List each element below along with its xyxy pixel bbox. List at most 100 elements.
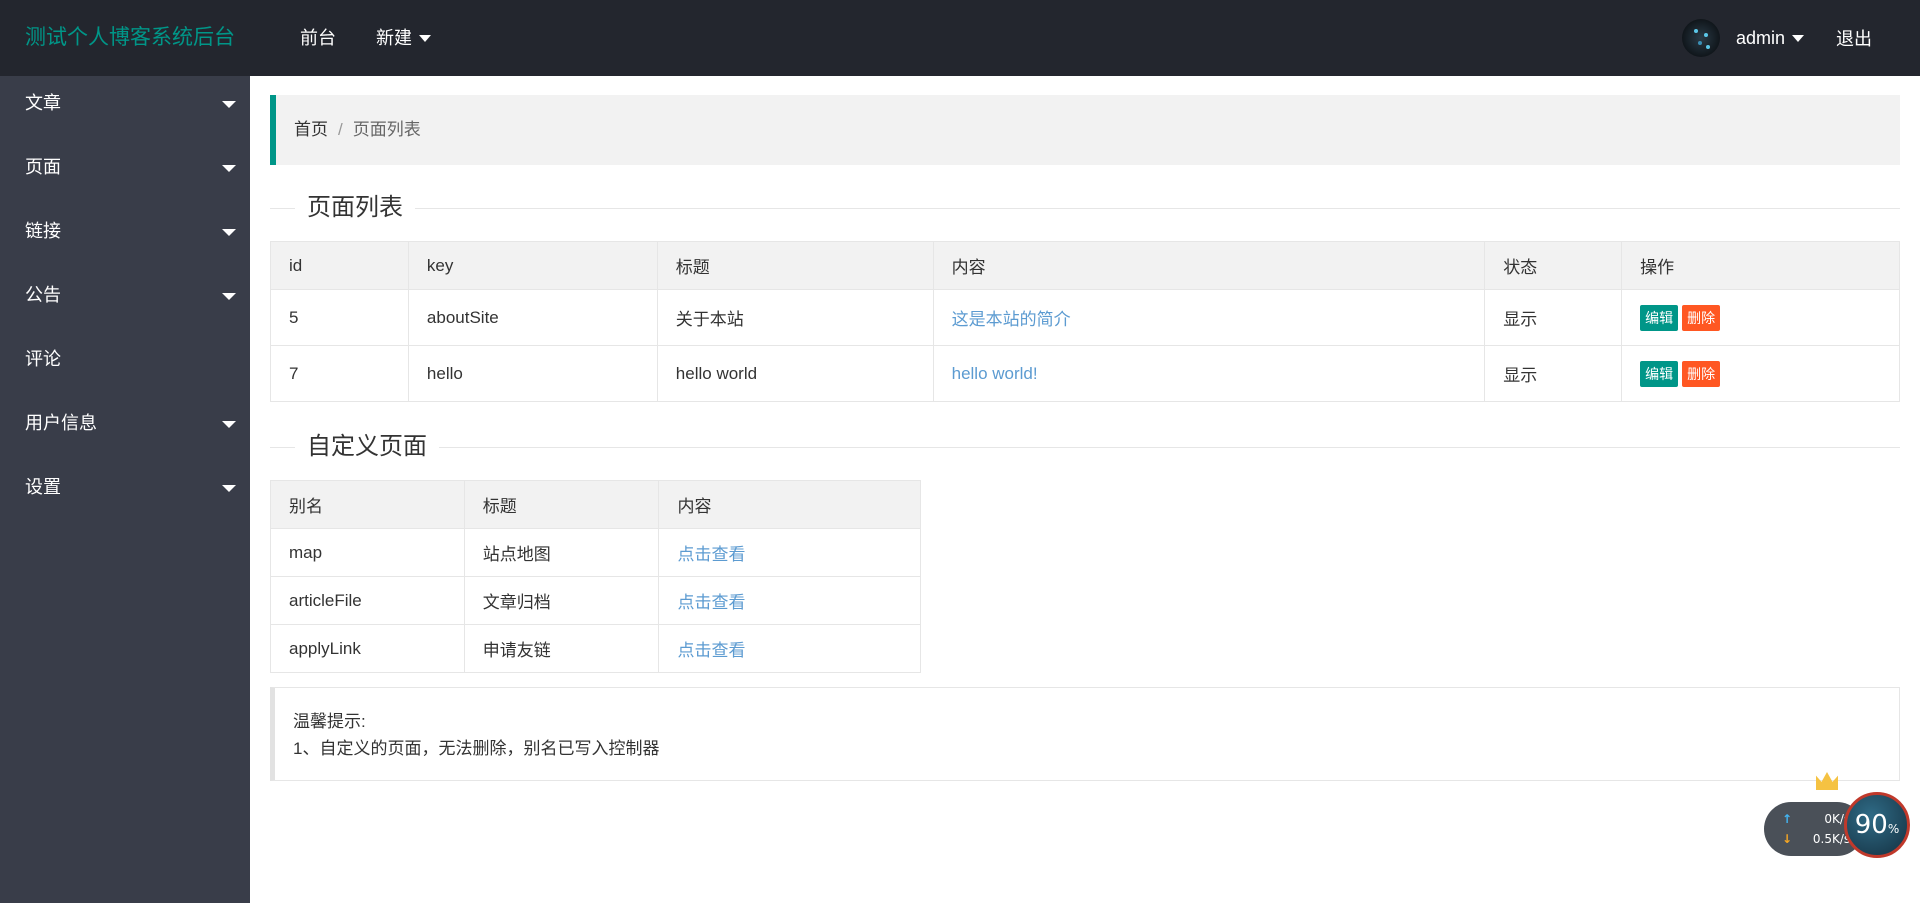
- section-title-page-list: 页面列表: [270, 193, 1900, 223]
- table-row: map 站点地图 点击查看: [270, 528, 921, 577]
- column-header: 标题: [656, 241, 934, 290]
- arrow-down-icon: ↓: [1782, 832, 1793, 846]
- page-list-table: id key 标题 内容 状态 操作 5 aboutSite 关于本站 这是本站…: [270, 241, 1900, 402]
- cell-title: 申请友链: [463, 624, 660, 673]
- breadcrumb-current: 页面列表: [352, 120, 421, 139]
- sidebar-item-links[interactable]: 链接: [0, 204, 250, 268]
- content-link[interactable]: hello world!: [952, 364, 1038, 383]
- cell-status: 显示: [1484, 289, 1623, 346]
- sidebar-item-label: 页面: [25, 157, 61, 177]
- table-row: 7 hello hello world hello world! 显示 编辑 删除: [270, 345, 1900, 402]
- cell-content: 这是本站的简介: [932, 289, 1486, 346]
- memory-usage-circle[interactable]: 90%: [1844, 792, 1910, 858]
- table-row: 5 aboutSite 关于本站 这是本站的简介 显示 编辑 删除: [270, 289, 1900, 346]
- chevron-down-icon: [222, 485, 236, 492]
- download-speed: ↓ 0.5K/s: [1782, 832, 1850, 846]
- cell-title: 文章归档: [463, 576, 660, 625]
- delete-button[interactable]: 删除: [1682, 360, 1721, 387]
- chevron-down-icon: [222, 101, 236, 108]
- avatar[interactable]: [1681, 19, 1720, 57]
- sidebar-item-label: 评论: [25, 349, 61, 369]
- section-title-text: 自定义页面: [295, 432, 439, 462]
- cell-alias: articleFile: [270, 576, 465, 625]
- table-header-row: id key 标题 内容 状态 操作: [270, 241, 1900, 290]
- download-value: 0.5: [1812, 832, 1832, 846]
- usage-percent: 90: [1854, 810, 1888, 840]
- cell-title: 关于本站: [656, 289, 934, 346]
- cell-title: hello world: [656, 345, 934, 402]
- custom-pages-table: 别名 标题 内容 map 站点地图 点击查看 articleFile 文章归档 …: [270, 480, 921, 673]
- sidebar-item-pages[interactable]: 页面: [0, 140, 250, 204]
- edit-button[interactable]: 编辑: [1640, 304, 1679, 331]
- cell-alias: applyLink: [270, 624, 465, 673]
- sidebar: 文章 页面 链接 公告 评论 用户信息 设置: [0, 76, 250, 903]
- column-header: id: [270, 241, 409, 290]
- column-header: key: [407, 241, 658, 290]
- top-nav: 前台 新建: [280, 0, 451, 76]
- column-header: 内容: [658, 480, 921, 529]
- sidebar-item-label: 用户信息: [25, 413, 97, 433]
- view-link[interactable]: 点击查看: [677, 593, 745, 612]
- sidebar-item-user-info[interactable]: 用户信息: [0, 396, 250, 460]
- sidebar-item-label: 链接: [25, 221, 61, 241]
- delete-button[interactable]: 删除: [1682, 304, 1721, 331]
- chevron-down-icon: [222, 421, 236, 428]
- cell-alias: map: [270, 528, 465, 577]
- sidebar-item-label: 设置: [25, 477, 61, 497]
- content-link[interactable]: 这是本站的简介: [952, 310, 1071, 329]
- logout-link[interactable]: 退出: [1836, 25, 1872, 51]
- view-link[interactable]: 点击查看: [677, 641, 745, 660]
- username: admin: [1735, 27, 1785, 48]
- nav-create[interactable]: 新建: [356, 0, 451, 76]
- arrow-up-icon: ↑: [1782, 812, 1793, 826]
- column-header: 内容: [932, 241, 1486, 290]
- column-header: 别名: [270, 480, 465, 529]
- breadcrumb-separator: /: [338, 120, 343, 139]
- cell-title: 站点地图: [463, 528, 660, 577]
- sidebar-item-notices[interactable]: 公告: [0, 268, 250, 332]
- sidebar-item-comments[interactable]: 评论: [0, 332, 250, 396]
- cell-id: 7: [270, 345, 409, 402]
- network-speed-widget[interactable]: ↑ 0K/s ↓ 0.5K/s 90%: [1764, 772, 1910, 858]
- cell-content: 点击查看: [658, 624, 921, 673]
- tips-box: 温馨提示: 1、自定义的页面，无法删除，别名已写入控制器: [270, 687, 1900, 781]
- main-content: 首页 / 页面列表 页面列表 id key 标题 内容 状态 操作 5 aboutS…: [270, 76, 1900, 781]
- user-area: admin 退出: [1681, 0, 1920, 76]
- table-row: applyLink 申请友链 点击查看: [270, 624, 921, 673]
- site-logo[interactable]: 测试个人博客系统后台: [25, 0, 235, 76]
- top-header: 测试个人博客系统后台 前台 新建 admin 退出: [0, 0, 1920, 76]
- chevron-down-icon: [222, 229, 236, 236]
- cell-actions: 编辑 删除: [1621, 345, 1900, 402]
- breadcrumb-home[interactable]: 首页: [294, 120, 328, 139]
- sidebar-item-label: 公告: [25, 285, 61, 305]
- tips-title: 温馨提示:: [293, 712, 366, 731]
- column-header: 操作: [1621, 241, 1900, 290]
- nav-frontend[interactable]: 前台: [280, 0, 356, 76]
- chevron-down-icon: [222, 293, 236, 300]
- chevron-down-icon: [1792, 34, 1804, 42]
- usage-percent-unit: %: [1887, 822, 1900, 836]
- view-link[interactable]: 点击查看: [677, 545, 745, 564]
- table-header-row: 别名 标题 内容: [270, 480, 921, 529]
- sidebar-item-settings[interactable]: 设置: [0, 460, 250, 524]
- sidebar-item-articles[interactable]: 文章: [0, 76, 250, 140]
- tips-line: 1、自定义的页面，无法删除，别名已写入控制器: [293, 739, 660, 758]
- chevron-down-icon: [419, 34, 431, 42]
- section-title-custom-pages: 自定义页面: [270, 432, 1900, 462]
- nav-frontend-label: 前台: [300, 28, 336, 48]
- cell-id: 5: [270, 289, 409, 346]
- nav-create-label: 新建: [376, 28, 412, 48]
- chevron-down-icon: [222, 165, 236, 172]
- edit-button[interactable]: 编辑: [1640, 360, 1679, 387]
- user-menu[interactable]: admin: [1736, 28, 1804, 49]
- table-row: articleFile 文章归档 点击查看: [270, 576, 921, 625]
- cell-content: 点击查看: [658, 576, 921, 625]
- cell-actions: 编辑 删除: [1621, 289, 1900, 346]
- sidebar-item-label: 文章: [25, 93, 61, 113]
- column-header: 状态: [1484, 241, 1623, 290]
- cell-content: 点击查看: [658, 528, 921, 577]
- cell-key: aboutSite: [407, 289, 658, 346]
- column-header: 标题: [463, 480, 660, 529]
- cell-content: hello world!: [932, 345, 1486, 402]
- cell-status: 显示: [1484, 345, 1623, 402]
